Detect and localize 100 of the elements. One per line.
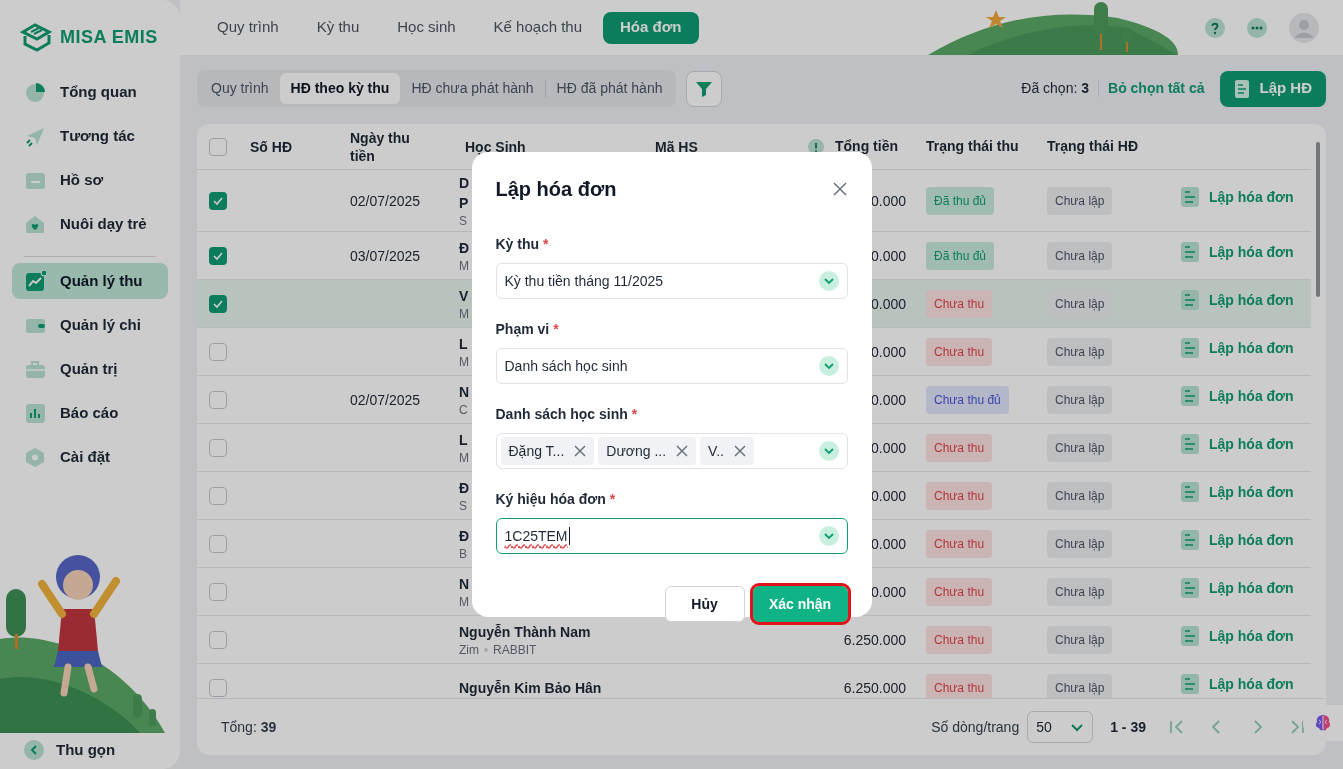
- chevron-down-icon: [1070, 721, 1085, 733]
- receipt-icon: [1181, 626, 1199, 647]
- checkbox[interactable]: [209, 390, 227, 409]
- select-field[interactable]: 1C25TEM: [495, 518, 848, 554]
- checkbox[interactable]: [209, 294, 227, 313]
- status-tag: Chưa lập: [1047, 673, 1113, 698]
- table-cell: 0.000: [870, 192, 906, 209]
- checkbox[interactable]: [209, 582, 227, 601]
- receipt-icon: [1181, 674, 1199, 695]
- chevron-left-icon[interactable]: [24, 739, 44, 760]
- sidebar-item[interactable]: Tổng quan: [12, 74, 168, 110]
- table-cell: 0.000: [870, 247, 906, 264]
- sub-tab[interactable]: HĐ chưa phát hành: [400, 73, 545, 104]
- student-name: L: [459, 430, 468, 450]
- chevron-down-icon: [818, 526, 839, 546]
- sidebar-item[interactable]: Cài đặt: [12, 439, 168, 475]
- collapse-link[interactable]: Thu gọn: [56, 738, 116, 761]
- status-tag: Chưa lập: [1047, 529, 1113, 558]
- status-tag: Chưa thu đủ: [926, 385, 1009, 414]
- select-field[interactable]: Danh sách học sinh: [495, 348, 848, 384]
- student-name: Đ: [459, 478, 470, 498]
- chevron-down-icon: [818, 356, 839, 376]
- checkbox[interactable]: [209, 342, 227, 361]
- sidebar-item[interactable]: Nuôi dạy trẻ: [12, 206, 168, 242]
- column-header: Tổng tiền: [834, 137, 899, 156]
- avatar-icon[interactable]: [1289, 12, 1319, 43]
- cancel-button[interactable]: Hủy: [664, 586, 745, 622]
- top-tab[interactable]: Học sinh: [380, 11, 473, 44]
- checkbox[interactable]: [209, 191, 227, 210]
- multi-select-field[interactable]: Đặng T... Dương ... V..: [495, 433, 848, 469]
- hexagon-icon: [24, 446, 46, 468]
- status-tag: Chưa thu: [926, 529, 993, 558]
- receipt-icon: [1181, 530, 1199, 551]
- first-page-icon[interactable]: [1168, 718, 1186, 736]
- table-cell: 0.000: [870, 391, 906, 408]
- modal-title: Lập hóa đơn: [495, 177, 617, 202]
- checkbox[interactable]: [209, 486, 227, 505]
- status-tag: Chưa lập: [1047, 433, 1113, 462]
- tag-chip[interactable]: Đặng T...: [500, 437, 595, 465]
- student-name: Nguyễn Thành Nam: [459, 622, 591, 642]
- filter-button[interactable]: [686, 70, 723, 107]
- checkbox[interactable]: [209, 534, 227, 553]
- chevron-down-icon: [818, 271, 839, 291]
- top-tab[interactable]: Quy trình: [200, 11, 296, 44]
- rows-per-page-select[interactable]: 50: [1027, 711, 1094, 743]
- sidebar-item[interactable]: Quản lý thu: [12, 263, 168, 299]
- sidebar-item[interactable]: Quản lý chi: [12, 307, 168, 343]
- remove-icon[interactable]: [733, 445, 746, 457]
- student-detail: M: [459, 353, 469, 370]
- student-detail: S: [459, 497, 467, 514]
- remove-icon[interactable]: [574, 445, 587, 457]
- briefcase-icon: [24, 358, 46, 380]
- checkbox[interactable]: [209, 678, 227, 697]
- table-cell: 02/07/2025: [350, 192, 421, 209]
- sub-tab[interactable]: HĐ theo kỳ thu: [279, 73, 401, 104]
- pie-chart-icon: [24, 81, 46, 103]
- checkbox[interactable]: [209, 630, 227, 649]
- sidebar-item[interactable]: Hồ sơ: [12, 162, 168, 198]
- required-mark: *: [631, 405, 638, 424]
- student-detail: Zim: [459, 641, 479, 658]
- field-label: Danh sách học sinh: [495, 405, 628, 424]
- remove-icon[interactable]: [676, 445, 689, 457]
- student-name: L: [459, 334, 468, 354]
- sub-tab[interactable]: Quy trình: [200, 73, 280, 104]
- table-cell: 0.000: [870, 535, 906, 552]
- sidebar-item[interactable]: Báo cáo: [12, 395, 168, 431]
- sidebar-item[interactable]: Tương tác: [12, 118, 168, 154]
- top-tab[interactable]: Kế hoạch thu: [476, 11, 599, 44]
- tag-chip[interactable]: V..: [700, 437, 754, 465]
- column-header: Số HĐ: [249, 137, 293, 156]
- tag-chip[interactable]: Dương ...: [598, 437, 697, 465]
- field-label: Kỳ thu: [495, 235, 540, 254]
- student-name: Đ: [459, 238, 470, 258]
- column-header: Mã HS: [654, 137, 699, 156]
- filter-icon: [695, 79, 714, 98]
- table-cell: 0.000: [870, 343, 906, 360]
- receipt-icon: [1181, 386, 1199, 407]
- last-page-icon[interactable]: [1288, 718, 1306, 736]
- checkbox[interactable]: [209, 438, 227, 457]
- close-icon[interactable]: [831, 181, 848, 197]
- sidebar-item[interactable]: Quản trị: [12, 351, 168, 387]
- receipt-icon: [1181, 434, 1199, 455]
- checkbox[interactable]: [209, 246, 227, 265]
- checkbox[interactable]: [209, 137, 227, 156]
- top-tab[interactable]: Kỳ thu: [299, 11, 377, 44]
- status-tag: Chưa lập: [1047, 186, 1113, 215]
- receipt-icon: [1181, 187, 1199, 208]
- status-tag: Đã thu đủ: [926, 186, 995, 215]
- sub-tab[interactable]: HĐ đã phát hành: [545, 73, 674, 104]
- receipt-icon: [1181, 290, 1199, 311]
- more-icon[interactable]: [1247, 17, 1267, 38]
- select-field[interactable]: Kỳ thu tiền tháng 11/2025: [495, 263, 848, 299]
- help-icon[interactable]: [1205, 17, 1225, 38]
- paper-plane-icon: [24, 125, 46, 147]
- student-detail: M: [459, 593, 469, 610]
- text-caret: [568, 527, 570, 545]
- required-mark: *: [553, 320, 559, 339]
- status-tag: Chưa lập: [1047, 481, 1113, 510]
- bar-chart-icon: [24, 402, 46, 424]
- table-cell: 03/07/2025: [350, 247, 421, 264]
